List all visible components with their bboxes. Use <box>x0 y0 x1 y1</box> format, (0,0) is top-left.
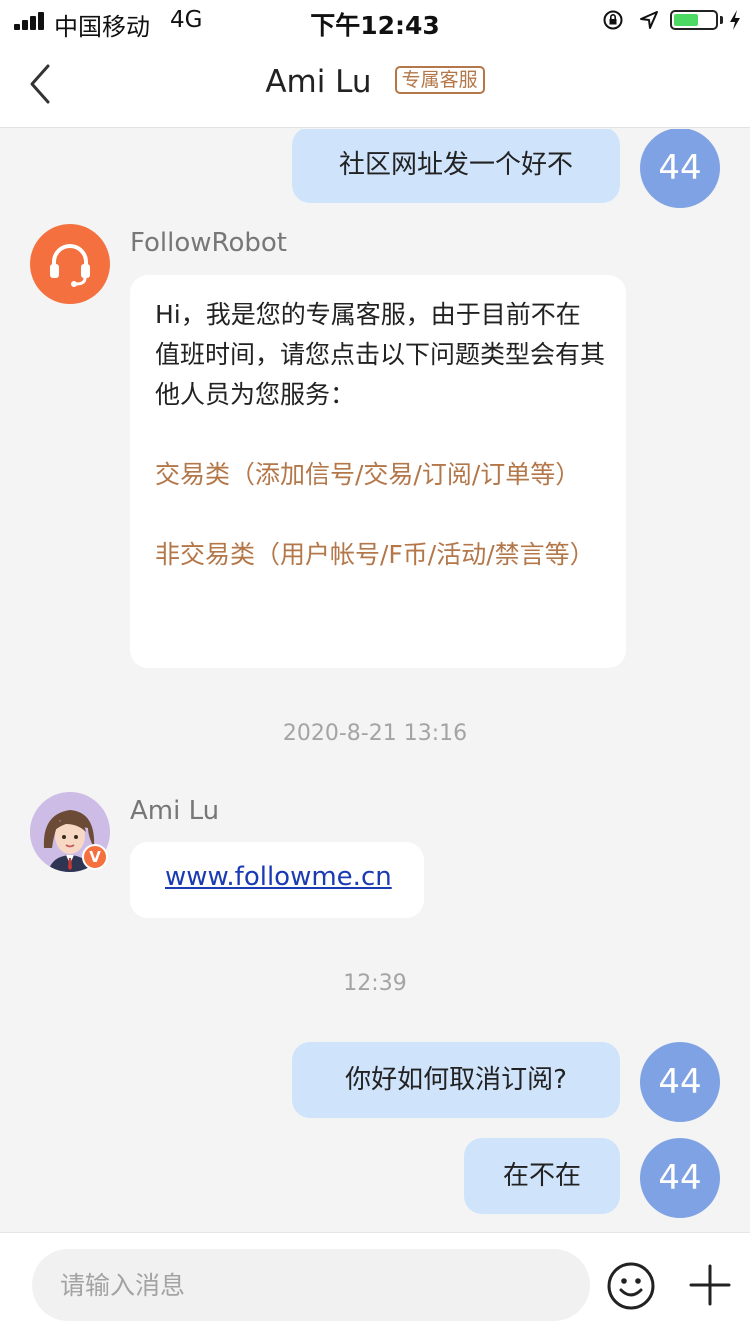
message-text: 你好如何取消订阅? <box>345 1065 567 1095</box>
message-text: 在不在 <box>502 1161 581 1191</box>
incoming-message-bubble[interactable]: www.followme.cn <box>130 842 424 918</box>
option-trading-link[interactable]: 交易类（添加信号/交易/订阅/订单等） <box>155 455 605 495</box>
page-title: Ami Lu <box>265 64 372 100</box>
robot-intro-text: Hi，我是您的专属客服，由于目前不在值班时间，请您点击以下问题类型会有其他人员为… <box>155 300 606 409</box>
robot-avatar[interactable] <box>30 224 110 304</box>
url-link[interactable]: www.followme.cn <box>165 862 392 892</box>
message-timestamp: 2020-8-21 13:16 <box>282 721 468 746</box>
battery-icon <box>670 10 718 30</box>
incoming-message-bubble[interactable]: Hi，我是您的专属客服，由于目前不在值班时间，请您点击以下问题类型会有其他人员为… <box>130 275 626 668</box>
headset-icon <box>50 244 90 287</box>
outgoing-message-bubble[interactable]: 在不在 <box>464 1138 620 1214</box>
message-timestamp: 12:39 <box>343 971 407 996</box>
sender-name: Ami Lu <box>130 796 220 826</box>
my-avatar[interactable]: 44 <box>640 129 720 208</box>
service-badge: 专属客服 <box>394 66 485 94</box>
option-non-trading-link[interactable]: 非交易类（用户帐号/F币/活动/禁言等） <box>155 535 605 575</box>
plus-icon[interactable] <box>688 1263 732 1307</box>
nav-bar: Ami Lu 专属客服 <box>0 40 750 128</box>
my-avatar[interactable]: 44 <box>640 1138 720 1218</box>
charging-bolt-icon <box>730 10 740 30</box>
status-bar: 中国移动 4G 下午12:43 <box>0 0 750 41</box>
message-text: 社区网址发一个好不 <box>338 150 573 180</box>
input-bar <box>0 1232 750 1334</box>
battery-cap <box>720 16 723 24</box>
sender-name: FollowRobot <box>130 228 287 258</box>
verified-badge: V <box>82 844 108 870</box>
emoji-icon[interactable] <box>606 1261 656 1311</box>
outgoing-message-bubble[interactable]: 你好如何取消订阅? <box>292 1042 620 1118</box>
location-arrow-icon <box>640 11 658 29</box>
outgoing-message-bubble[interactable]: 社区网址发一个好不 <box>292 129 620 203</box>
orientation-lock-icon <box>603 10 623 30</box>
nav-title-group: Ami Lu 专属客服 <box>0 64 750 100</box>
chat-messages[interactable]: 社区网址发一个好不 44 FollowRobot Hi，我是您的专属客服，由于目… <box>0 129 750 1232</box>
contact-avatar[interactable]: V <box>30 792 110 872</box>
message-input[interactable] <box>32 1249 590 1321</box>
my-avatar[interactable]: 44 <box>640 1042 720 1122</box>
